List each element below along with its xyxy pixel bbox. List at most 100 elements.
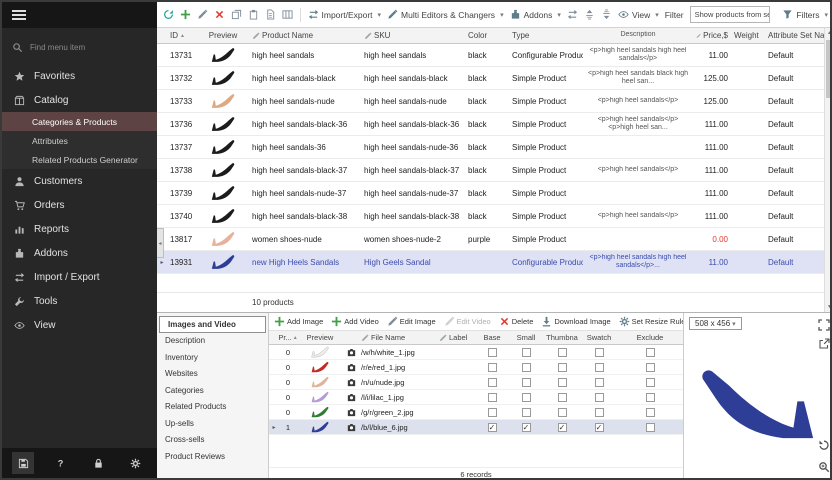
add-button[interactable]: [180, 9, 191, 20]
image-column-header[interactable]: Thumbna: [543, 333, 581, 342]
tab-websites[interactable]: Websites: [157, 366, 268, 383]
image-column-header[interactable]: Pr...▲: [279, 333, 297, 342]
menu-search-input[interactable]: Find menu item: [12, 37, 147, 57]
table-row[interactable]: 13817women shoes-nudewomen shoes-nude-2p…: [157, 228, 824, 251]
column-header-price[interactable]: Price,$: [693, 31, 731, 40]
image-column-header[interactable]: File Name: [359, 333, 437, 342]
exclude-checkbox[interactable]: [646, 378, 655, 387]
sidebar-item-customers[interactable]: Customers: [2, 169, 157, 193]
swatch-checkbox[interactable]: [595, 363, 604, 372]
table-row[interactable]: 13731high heel sandalshigh heel sandalsb…: [157, 44, 824, 67]
tab-related-products[interactable]: Related Products: [157, 399, 268, 416]
sidebar-item-reports[interactable]: Reports: [2, 217, 157, 241]
tab-categories[interactable]: Categories: [157, 382, 268, 399]
image-column-header[interactable]: Exclude: [617, 333, 683, 342]
image-column-header[interactable]: Swatch: [581, 333, 617, 342]
fullscreen-icon[interactable]: [818, 318, 830, 330]
category-filter-select[interactable]: Show products from selected categories▾: [690, 6, 771, 23]
sidebar-item-catalog[interactable]: Catalog: [2, 88, 157, 112]
column-header-sku[interactable]: SKU: [361, 31, 465, 40]
image-column-header[interactable]: Preview: [297, 333, 343, 342]
small-checkbox[interactable]: [522, 348, 531, 357]
image-row[interactable]: 0/n/u/nude.jpg: [269, 375, 683, 390]
swatch-checkbox[interactable]: [595, 348, 604, 357]
tab-images-and-video[interactable]: Images and Video: [159, 316, 266, 333]
paste-button[interactable]: [248, 9, 259, 20]
column-header-weight[interactable]: Weight: [731, 31, 765, 40]
sidebar-subitem-related-products-generator[interactable]: Related Products Generator: [2, 150, 157, 169]
base-checkbox[interactable]: [488, 363, 497, 372]
exclude-checkbox[interactable]: [646, 423, 655, 432]
sidebar-item-orders[interactable]: Orders: [2, 193, 157, 217]
sidebar-subitem-categories-products[interactable]: Categories & Products: [2, 112, 157, 131]
dropdown-addons[interactable]: Addons▾: [510, 9, 561, 20]
edit-button[interactable]: [197, 9, 208, 20]
set-resize-rule-button[interactable]: Set Resize Rule▾: [619, 316, 683, 327]
column-header-desc[interactable]: Description: [583, 31, 693, 39]
gear-button[interactable]: [125, 452, 147, 474]
sortu-button[interactable]: [584, 9, 595, 20]
tab-cross-sells[interactable]: Cross-sells: [157, 432, 268, 449]
copy-button[interactable]: [231, 9, 242, 20]
swatch-checkbox[interactable]: [595, 393, 604, 402]
doc-button[interactable]: [265, 9, 276, 20]
table-row[interactable]: ▸13931new High Heels SandalsHigh Geels S…: [157, 251, 824, 274]
image-column-header[interactable]: Small: [509, 333, 543, 342]
dropdown-multi-editors-changers[interactable]: Multi Editors & Changers▾: [387, 9, 504, 20]
swatch-checkbox[interactable]: [595, 408, 604, 417]
small-checkbox[interactable]: [522, 363, 531, 372]
column-header-name[interactable]: Product Name: [249, 31, 361, 40]
swatch-checkbox[interactable]: [595, 378, 604, 387]
exclude-checkbox[interactable]: [646, 348, 655, 357]
thumbnail-checkbox[interactable]: [558, 393, 567, 402]
base-checkbox[interactable]: [488, 348, 497, 357]
column-header-color[interactable]: Color: [465, 31, 509, 40]
sidebar-item-import-export[interactable]: Import / Export: [2, 265, 157, 289]
tab-inventory[interactable]: Inventory: [157, 349, 268, 366]
filters-button[interactable]: Filters▾: [782, 9, 828, 20]
base-checkbox[interactable]: [488, 393, 497, 402]
column-header-id[interactable]: ID▲: [167, 31, 197, 40]
table-row[interactable]: 13739high heel sandals-nude-37high heel …: [157, 182, 824, 205]
table-row[interactable]: 13736high heel sandals-black-36high heel…: [157, 113, 824, 136]
edit-image-button[interactable]: Edit Image: [387, 316, 436, 327]
scroll-down-arrow[interactable]: ▼: [825, 302, 832, 312]
image-row[interactable]: 0/l/i/lilac_1.jpg: [269, 390, 683, 405]
image-row[interactable]: 0/w/h/white_1.jpg: [269, 345, 683, 360]
image-row[interactable]: 0/g/r/green_2.jpg: [269, 405, 683, 420]
hamburger-menu-icon[interactable]: [12, 10, 26, 20]
scrollbar-thumb[interactable]: [826, 40, 832, 98]
sidebar-item-view[interactable]: View: [2, 313, 157, 337]
thumbnail-checkbox[interactable]: [558, 363, 567, 372]
image-row[interactable]: 0/r/e/red_1.jpg: [269, 360, 683, 375]
image-column-header[interactable]: Base: [475, 333, 509, 342]
row-expander[interactable]: ▸: [157, 259, 167, 266]
small-checkbox[interactable]: [522, 408, 531, 417]
arrows-button[interactable]: [567, 9, 578, 20]
thumbnail-checkbox[interactable]: [558, 348, 567, 357]
sidebar-item-addons[interactable]: Addons: [2, 241, 157, 265]
delete-button[interactable]: Delete: [499, 316, 534, 327]
scroll-up-arrow[interactable]: ▲: [825, 28, 832, 38]
tab-up-sells[interactable]: Up-sells: [157, 415, 268, 432]
column-header-prev[interactable]: Preview: [197, 31, 249, 40]
thumbnail-checkbox[interactable]: [558, 423, 567, 432]
add-image-button[interactable]: Add Image: [274, 316, 323, 327]
tab-product-reviews[interactable]: Product Reviews: [157, 448, 268, 465]
sidebar-subitem-attributes[interactable]: Attributes: [2, 131, 157, 150]
small-checkbox[interactable]: [522, 393, 531, 402]
delete-button[interactable]: [214, 9, 225, 20]
base-checkbox[interactable]: [488, 423, 497, 432]
save-button[interactable]: [12, 452, 34, 474]
exclude-checkbox[interactable]: [646, 408, 655, 417]
add-video-button[interactable]: Add Video: [331, 316, 378, 327]
base-checkbox[interactable]: [488, 378, 497, 387]
image-column-header[interactable]: Label: [437, 333, 475, 342]
table-row[interactable]: 13737high heel sandals-36high heel sanda…: [157, 136, 824, 159]
product-image-preview[interactable]: [692, 345, 824, 463]
sidebar-item-favorites[interactable]: Favorites: [2, 64, 157, 88]
help-button[interactable]: ?: [50, 452, 72, 474]
table-row[interactable]: 13738high heel sandals-black-37high heel…: [157, 159, 824, 182]
table-row[interactable]: 13740high heel sandals-black-38high heel…: [157, 205, 824, 228]
exclude-checkbox[interactable]: [646, 363, 655, 372]
